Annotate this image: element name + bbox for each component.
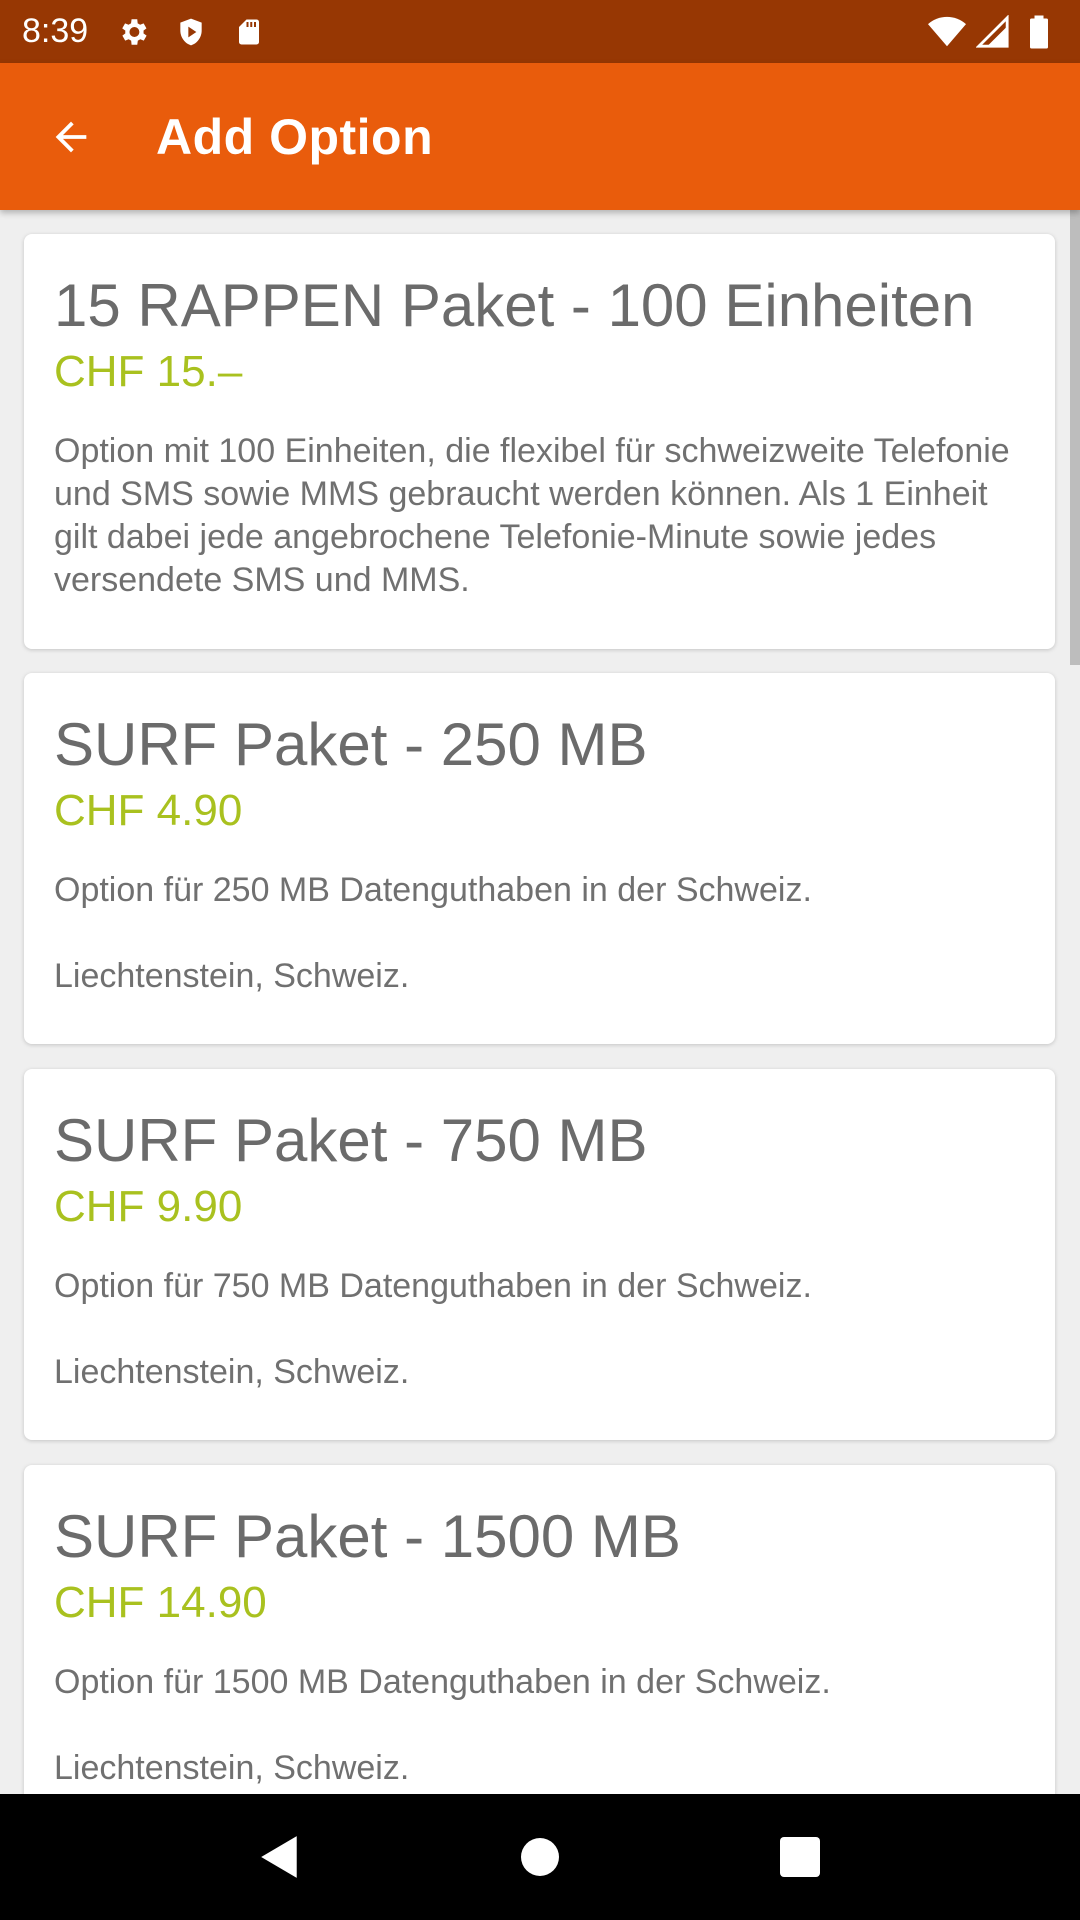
option-description: Option für 1500 MB Datenguthaben in der … (54, 1663, 831, 1701)
arrow-back-icon[interactable] (40, 106, 102, 168)
option-card[interactable]: SURF Paket - 250 MB CHF 4.90 Option für … (24, 673, 1055, 1044)
option-card[interactable]: SURF Paket - 750 MB CHF 9.90 Option für … (24, 1069, 1055, 1440)
option-location: Liechtenstein, Schweiz. (54, 957, 410, 995)
option-card[interactable]: 15 RAPPEN Paket - 100 Einheiten CHF 15.–… (24, 234, 1055, 649)
signal-icon (974, 13, 1012, 51)
home-circle-icon[interactable] (510, 1827, 570, 1887)
scrollbar[interactable] (1070, 210, 1080, 665)
option-price: CHF 14.90 (54, 1578, 267, 1627)
option-price: CHF 4.90 (54, 786, 243, 835)
option-price: CHF 9.90 (54, 1182, 243, 1231)
option-price: CHF 15.– (54, 347, 243, 396)
status-time: 8:39 (22, 12, 89, 50)
option-location: Liechtenstein, Schweiz. (54, 1749, 410, 1787)
option-description: Option mit 100 Einheiten, die flexibel f… (54, 432, 1010, 599)
option-title: SURF Paket - 750 MB (54, 1107, 648, 1174)
option-title: SURF Paket - 1500 MB (54, 1503, 681, 1570)
back-triangle-icon[interactable] (250, 1827, 310, 1887)
options-list[interactable]: 15 RAPPEN Paket - 100 Einheiten CHF 15.–… (0, 210, 1080, 1794)
option-card[interactable]: SURF Paket - 1500 MB CHF 14.90 Option fü… (24, 1465, 1055, 1794)
page-title: Add Option (156, 108, 434, 165)
wifi-icon (928, 13, 966, 51)
app-bar: Add Option (0, 63, 1080, 210)
recents-square-icon[interactable] (770, 1827, 830, 1887)
option-description: Option für 750 MB Datenguthaben in der S… (54, 1267, 812, 1305)
battery-icon (1020, 13, 1058, 51)
shield-icon (172, 13, 210, 51)
option-title: 15 RAPPEN Paket - 100 Einheiten (54, 272, 975, 339)
status-bar: 8:39 (0, 0, 1080, 63)
option-description: Option für 250 MB Datenguthaben in der S… (54, 871, 812, 909)
navigation-bar (0, 1794, 1080, 1920)
gear-icon (114, 13, 152, 51)
option-title: SURF Paket - 250 MB (54, 711, 648, 778)
option-location: Liechtenstein, Schweiz. (54, 1353, 410, 1391)
sd-card-icon (230, 13, 268, 51)
